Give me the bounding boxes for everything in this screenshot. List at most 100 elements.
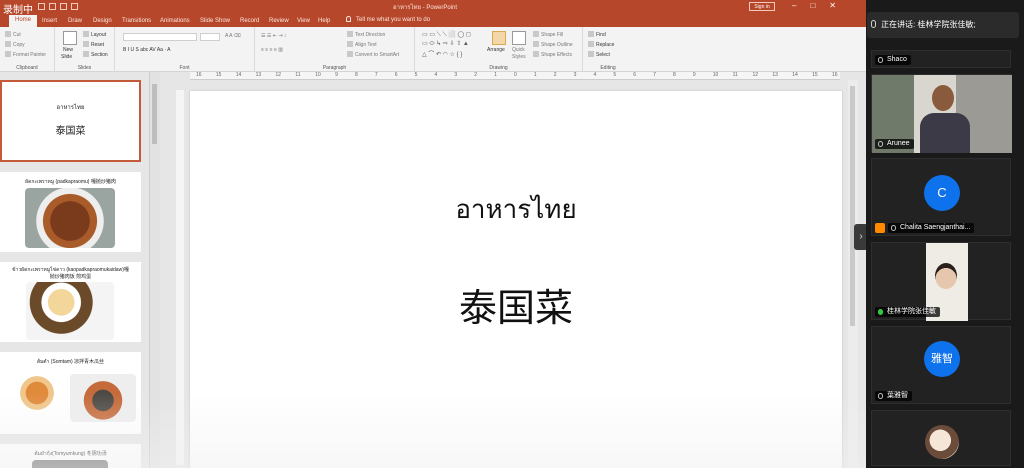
participant-name-text: 桂林学院张佳敏 xyxy=(887,308,936,315)
tab-insert[interactable]: Insert xyxy=(42,16,57,27)
participant-face xyxy=(932,85,954,111)
ruler-tick: 5 xyxy=(613,72,617,78)
shape-rect-icon[interactable]: ▭ ▭ ⟍ ⟍ ⬜ ◯ ◻ xyxy=(422,31,471,39)
participant-body xyxy=(920,113,970,153)
shape-misc-icon[interactable]: △ ⌒ ↶ ◠ ☆ { } xyxy=(422,49,462,58)
participant-tile-arunee[interactable]: Arunee xyxy=(871,74,1012,153)
slide-canvas[interactable]: อาหารไทย 泰国菜 xyxy=(190,91,842,468)
thumbnail-slide-2[interactable]: ผัดกะเพราหมู (padkapraomu) 嘎抛炒猪肉 xyxy=(0,172,141,252)
ruler-tick: 14 xyxy=(792,72,798,78)
format-painter-button[interactable]: Format Painter xyxy=(5,51,46,58)
reset-button[interactable]: Reset xyxy=(83,41,104,48)
text-direction-button[interactable]: Text Direction xyxy=(347,31,385,38)
shape-fill-button[interactable]: Shape Fill xyxy=(533,31,563,38)
thumbnail-slide-3[interactable]: ข้าวผัดกะเพราหมูไข่ดาว (kaopadkapraomuka… xyxy=(0,262,141,342)
find-button[interactable]: Find xyxy=(588,31,606,38)
quick-access-toolbar xyxy=(38,3,78,10)
tab-record[interactable]: Record xyxy=(240,16,259,27)
tab-design[interactable]: Design xyxy=(93,16,112,27)
slide-scroll-thumb[interactable] xyxy=(850,86,855,326)
cursor-icon xyxy=(588,51,594,57)
participant-tile-chalita[interactable]: C Chalita Saengjanthai... xyxy=(871,158,1011,236)
tab-view[interactable]: View xyxy=(297,16,310,27)
align-buttons[interactable]: ≡ ≡ ≡ ≡ ▥ xyxy=(261,47,283,53)
tab-transitions[interactable]: Transitions xyxy=(122,16,151,27)
cut-label: Cut xyxy=(13,32,21,38)
speaking-indicator: 正在讲话: 桂林学院张佳敏; xyxy=(867,12,1019,38)
new-slide-icon[interactable] xyxy=(63,31,77,45)
slide-title-thai[interactable]: อาหารไทย xyxy=(190,189,842,230)
shape-arrows-icon[interactable]: ▭ ⬭ ↳ ⇨ ⇩ ⇧ ▲ xyxy=(422,40,469,48)
vertical-ruler xyxy=(176,90,184,465)
start-slideshow-icon[interactable] xyxy=(71,3,78,10)
save-icon[interactable] xyxy=(38,3,45,10)
shape-effects-label: Shape Effects xyxy=(541,52,573,58)
align-text-label: Align Text xyxy=(355,42,377,48)
somtam-image-2 xyxy=(70,374,136,422)
ruler-tick: 6 xyxy=(633,72,637,78)
font-size-buttons[interactable]: A A ⌫ xyxy=(225,33,241,39)
shape-effects-button[interactable]: Shape Effects xyxy=(533,51,572,58)
ruler-tick: 16 xyxy=(196,72,202,78)
thumbnails-scroll-thumb[interactable] xyxy=(152,84,157,144)
tell-me-search[interactable]: Tell me what you want to do xyxy=(346,16,430,23)
list-buttons[interactable]: ☰ ☰ ⇤ ⇥ ↕ xyxy=(261,33,286,39)
tab-home[interactable]: Home xyxy=(9,15,38,27)
tab-slide-show[interactable]: Slide Show xyxy=(200,16,230,27)
new-slide-label-2: Slide xyxy=(61,54,73,60)
restore-button[interactable]: □ xyxy=(810,1,815,10)
copy-button[interactable]: Copy xyxy=(5,41,25,48)
section-button[interactable]: Section xyxy=(83,51,108,58)
group-label-clipboard: Clipboard xyxy=(16,65,38,71)
thumbnail-slide-5[interactable]: ต้มยำกุ้ง(Tomyumkung) 冬阴功汤 xyxy=(0,444,141,468)
cut-button[interactable]: Cut xyxy=(5,31,21,38)
thumb-4-caption: ส้มตำ (Somtam) 凉拌青木瓜丝 xyxy=(36,359,105,365)
ruler-tick: 2 xyxy=(474,72,478,78)
font-style-buttons[interactable]: B I U S abc AV Aa · A xyxy=(123,47,170,53)
presenter-icon xyxy=(875,223,885,233)
ruler-tick: 12 xyxy=(752,72,759,78)
section-label: Section xyxy=(91,52,108,58)
font-family-select[interactable] xyxy=(123,33,197,41)
font-size-select[interactable] xyxy=(200,33,220,41)
select-button[interactable]: Select xyxy=(588,51,610,58)
thumb-1-title-zh: 泰国菜 xyxy=(55,126,86,137)
slide-scrollbar[interactable] xyxy=(848,80,858,468)
tab-help[interactable]: Help xyxy=(318,16,330,27)
section-icon xyxy=(83,51,89,57)
undo-icon[interactable] xyxy=(49,3,56,10)
redo-icon[interactable] xyxy=(60,3,67,10)
shape-outline-button[interactable]: Shape Outline xyxy=(533,41,573,48)
shape-fill-label: Shape Fill xyxy=(541,32,564,38)
thumbnail-slide-4[interactable]: ส้มตำ (Somtam) 凉拌青木瓜丝 xyxy=(0,352,141,434)
align-text-button[interactable]: Align Text xyxy=(347,41,377,48)
minimize-button[interactable]: – xyxy=(792,1,796,10)
ruler-tick: 5 xyxy=(414,72,418,78)
participant-tile-zhang[interactable]: 桂林学院张佳敏 xyxy=(871,242,1011,321)
group-label-editing: Editing xyxy=(600,65,616,71)
tab-review[interactable]: Review xyxy=(269,16,289,27)
replace-label: Replace xyxy=(596,42,615,48)
participant-name-text: Arunee xyxy=(887,140,910,147)
participant-face xyxy=(935,263,957,289)
participant-tile-yazhi[interactable]: 雅智 葉雅智 xyxy=(871,326,1011,404)
slide-title-chinese[interactable]: 泰国菜 xyxy=(190,277,842,332)
arrange-icon[interactable] xyxy=(492,31,506,45)
smartart-button[interactable]: Convert to SmartArt xyxy=(347,51,399,58)
thumbnails-scrollbar[interactable] xyxy=(150,72,160,468)
participant-tile-6[interactable] xyxy=(871,410,1011,466)
sign-in-button[interactable]: Sign in xyxy=(749,2,775,11)
tab-animations[interactable]: Animations xyxy=(160,16,190,27)
quick-styles-icon[interactable] xyxy=(512,31,526,45)
new-slide-label: New xyxy=(63,47,74,53)
replace-button[interactable]: Replace xyxy=(588,41,614,48)
thumbnail-slide-1[interactable]: อาหารไทย 泰国菜 xyxy=(0,80,141,162)
close-button[interactable]: ✕ xyxy=(829,1,836,10)
participant-tile-shaco[interactable]: Shaco xyxy=(871,50,1011,68)
tab-draw[interactable]: Draw xyxy=(68,16,82,27)
participant-name-text: 葉雅智 xyxy=(887,392,908,399)
layout-button[interactable]: Layout xyxy=(83,31,106,38)
shapes-gallery[interactable]: ▭ ▭ ⟍ ⟍ ⬜ ◯ ◻ ▭ ⬭ ↳ ⇨ ⇩ ⇧ ▲ △ ⌒ ↶ ◠ ☆ { … xyxy=(422,31,482,58)
align-text-icon xyxy=(347,41,353,47)
reset-icon xyxy=(83,41,89,47)
